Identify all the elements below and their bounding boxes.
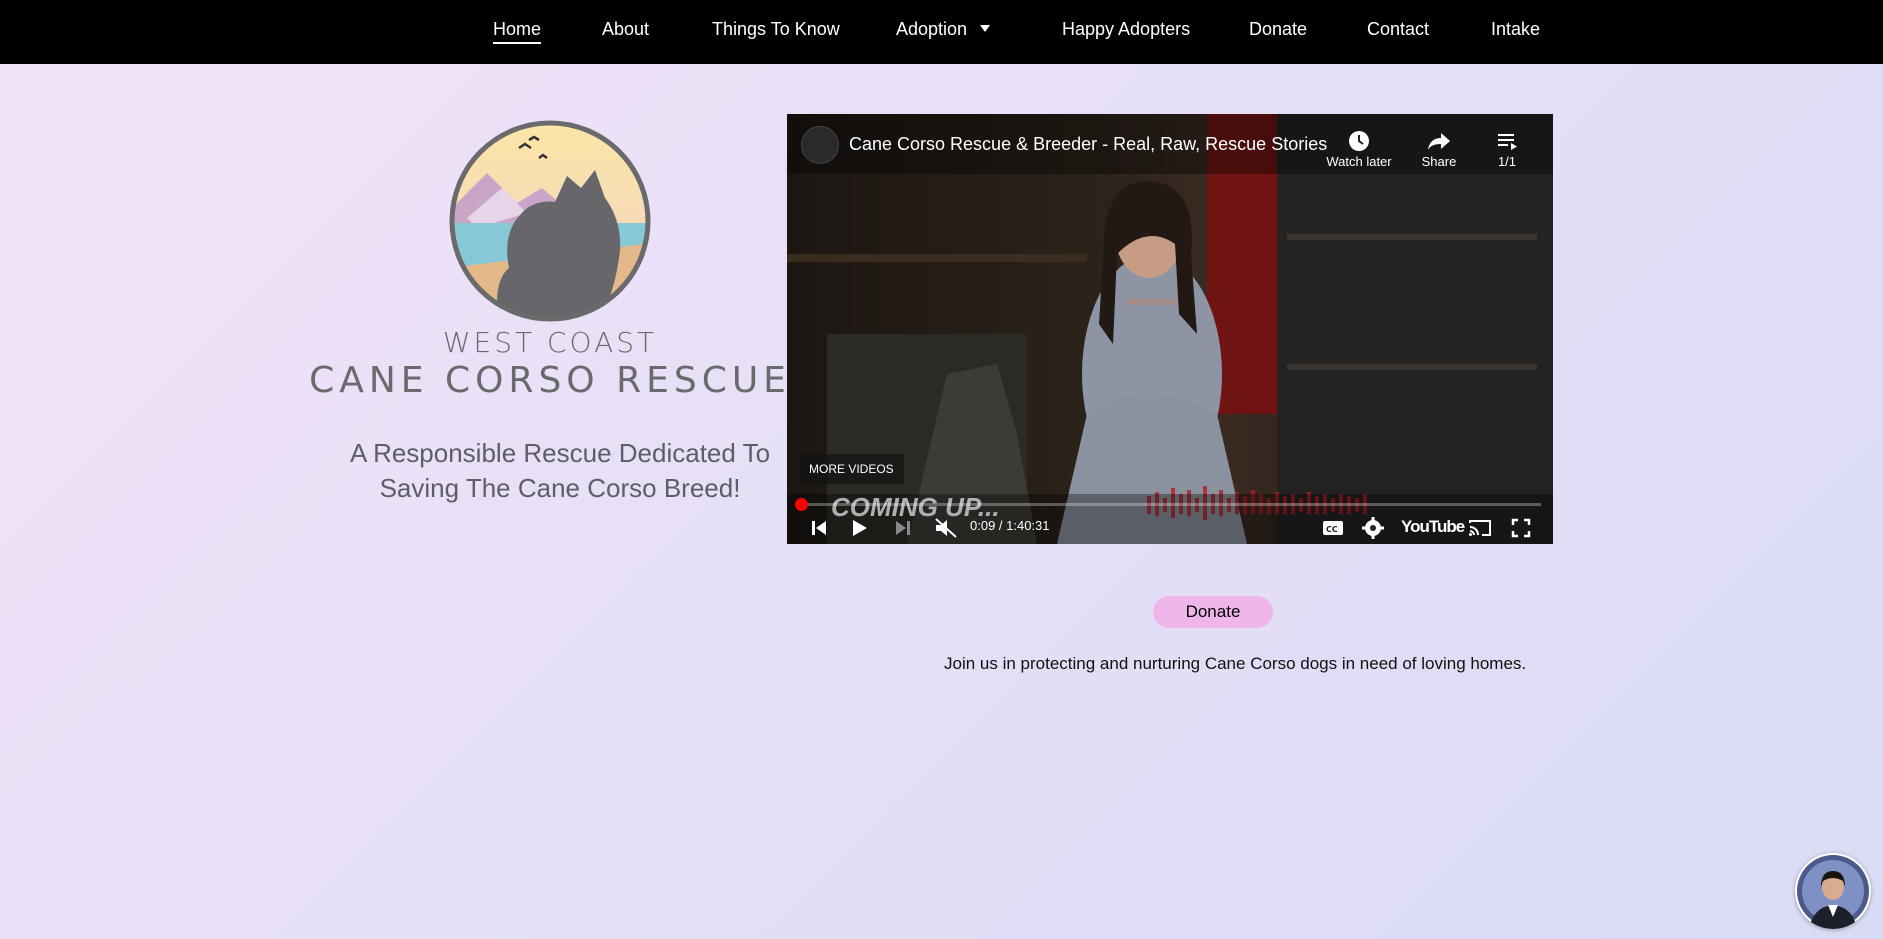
playlist-count: 1/1 [1497, 154, 1517, 169]
tagline: A Responsible Rescue Dedicated To Saving… [330, 436, 790, 506]
share-icon [1428, 133, 1450, 150]
progress-bar[interactable] [795, 498, 1541, 511]
youtube-logo[interactable]: YouTube [1401, 517, 1465, 541]
settings-gear-icon[interactable] [1361, 516, 1385, 540]
tagline-line2: Saving The Cane Corso Breed! [379, 473, 741, 503]
nav-intake[interactable]: Intake [1491, 18, 1540, 40]
chat-agent-avatar-icon[interactable] [1795, 853, 1871, 929]
nav-things-to-know[interactable]: Things To Know [712, 18, 840, 40]
playlist-icon [1498, 134, 1517, 150]
chat-avatar-image [1797, 855, 1869, 929]
nav-contact[interactable]: Contact [1367, 18, 1429, 40]
more-videos-button[interactable]: MORE VIDEOS [799, 454, 904, 484]
watch-later-button[interactable]: Watch later [1319, 128, 1399, 169]
play-icon[interactable] [849, 516, 869, 540]
watch-later-label: Watch later [1326, 154, 1392, 169]
tagline-line1: A Responsible Rescue Dedicated To [349, 438, 771, 468]
channel-avatar[interactable] [801, 126, 839, 164]
progress-scrubber[interactable] [795, 498, 808, 511]
nav-home[interactable]: Home [493, 18, 542, 44]
nav-adoption[interactable]: Adoption [896, 18, 967, 40]
svg-text:CC: CC [1326, 525, 1338, 534]
donate-description: Join us in protecting and nurturing Cane… [944, 654, 1527, 673]
video-player[interactable]: Cane Corso Rescue & Breeder - Real, Raw,… [787, 114, 1553, 544]
chevron-down-icon[interactable] [980, 25, 990, 32]
video-title[interactable]: Cane Corso Rescue & Breeder - Real, Raw,… [849, 134, 1327, 155]
cast-icon[interactable] [1467, 516, 1493, 540]
nav-happy-adopters[interactable]: Happy Adopters [1062, 18, 1190, 40]
playlist-button[interactable]: 1/1 [1467, 128, 1547, 169]
nav-about[interactable]: About [602, 18, 649, 40]
top-nav: Home About Things To Know Adoption Happy… [0, 0, 1883, 64]
nav-donate[interactable]: Donate [1249, 18, 1307, 40]
next-icon[interactable] [893, 516, 913, 540]
mute-icon[interactable] [933, 516, 959, 540]
rescue-logo-icon [449, 120, 651, 322]
clock-icon [1349, 131, 1369, 151]
fullscreen-icon[interactable] [1509, 516, 1533, 540]
share-label: Share [1421, 154, 1457, 169]
donate-button[interactable]: Donate [1153, 596, 1273, 628]
logo-title-line2: CANE CORSO RESCUE [309, 360, 791, 401]
previous-icon[interactable] [809, 516, 829, 540]
video-time: 0:09 / 1:40:31 [970, 518, 1050, 533]
logo-title-line1: WEST COAST [442, 326, 658, 359]
captions-icon[interactable]: CC [1321, 516, 1345, 540]
